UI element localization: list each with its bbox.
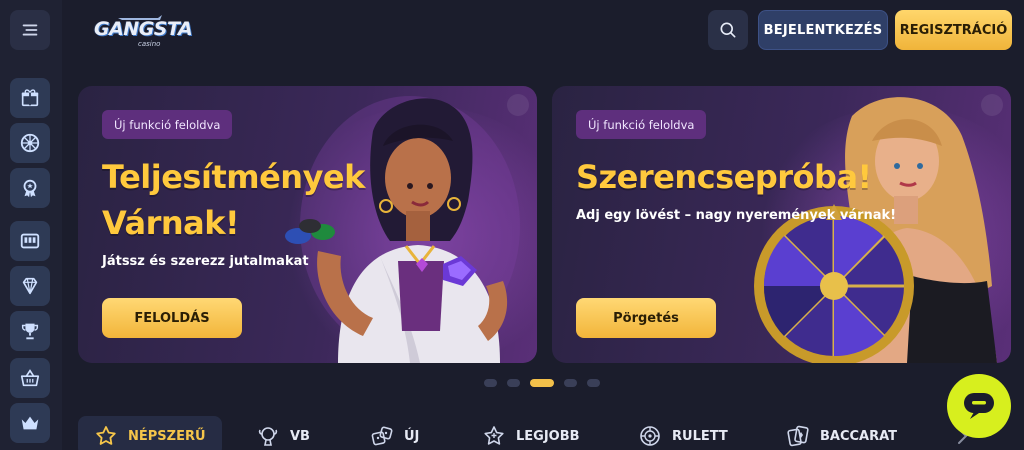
promo-banner-lucky-spin[interactable]: Új funkció feloldva Szerencsepróba! Adj … [552,86,1011,363]
sidebar-item-gifts[interactable] [10,78,50,118]
new-feature-badge: Új funkció feloldva [576,110,707,139]
hamburger-icon [22,24,38,36]
promo-banner-achievements[interactable]: Új funkció feloldva Teljesítmények Várna… [78,86,537,363]
new-feature-badge: Új funkció feloldva [102,110,233,139]
carousel-dot-active[interactable] [530,379,554,387]
tab-popular[interactable]: NÉPSZERŰ [78,416,222,450]
tab-baccarat[interactable]: BACCARAT [786,416,897,450]
trophy-icon [21,323,39,340]
wheel-icon [20,133,40,153]
slot-machine-icon [20,233,40,249]
tab-best[interactable]: LEGJOBB [482,416,580,450]
search-icon [720,22,736,38]
spin-button[interactable]: Pörgetés [576,298,716,338]
cards-icon [787,425,809,447]
logo-wordmark: GANGSTA [94,18,193,40]
carousel-dot[interactable] [484,379,497,387]
dice-icon [371,426,393,446]
tab-label: VB [290,428,310,444]
login-button[interactable]: BEJELENTKEZÉS [758,10,888,50]
sidebar [0,0,62,450]
crown-icon [21,416,39,430]
tab-roulette[interactable]: RULETT [638,416,728,450]
sidebar-item-achievements[interactable] [10,168,50,208]
chat-bubble-icon [964,393,994,419]
tab-label: NÉPSZERŰ [128,428,206,444]
wheel-character-illustration [754,97,997,363]
banner-title-line2: Várnak! [102,204,240,242]
register-button[interactable]: REGISZTRÁCIÓ [895,10,1012,50]
gift-icon [21,89,39,107]
character-illustration [285,96,520,363]
roulette-icon [640,426,660,446]
sparkle-star-icon [484,426,504,445]
carousel-dot[interactable] [507,379,520,387]
basket-icon [20,369,40,387]
banner-subtitle: Adj egy lövést – nagy nyeremények várnak… [576,208,897,223]
tab-new[interactable]: ÚJ [370,416,419,450]
sidebar-item-shop[interactable] [10,358,50,398]
category-tabs: NÉPSZERŰ VB ÚJ LEGJOBB RULETT BACCARAT [78,416,1024,450]
banner-corner-decoration [507,94,529,116]
tab-label: RULETT [672,428,728,444]
carousel-indicators [484,378,600,388]
star-icon [96,426,116,445]
menu-button[interactable] [10,10,50,50]
banner-title-line1: Teljesítmények [102,158,365,196]
diamond-icon [22,277,38,295]
unlock-button[interactable]: FELOLDÁS [102,298,242,338]
search-button[interactable] [708,10,748,50]
tab-label: BACCARAT [820,428,898,444]
carousel-dot[interactable] [587,379,600,387]
banner-corner-decoration [981,94,1003,116]
medal-icon [23,179,37,198]
logo[interactable]: GANGSTA casino [94,12,193,48]
logo-subtitle: casino [138,40,161,48]
banner-title: Szerencsepróba! [576,158,872,196]
sidebar-item-wheel[interactable] [10,123,50,163]
banner-subtitle: Játssz és szerezz jutalmakat [102,254,309,269]
sidebar-item-vip-club[interactable] [10,403,50,443]
tab-label: LEGJOBB [516,428,580,444]
live-chat-button[interactable] [947,374,1011,438]
tab-world-cup[interactable]: VB [256,416,310,450]
sidebar-item-tournaments[interactable] [10,311,50,351]
sidebar-item-vip[interactable] [10,266,50,306]
sidebar-item-slots[interactable] [10,221,50,261]
tab-label: ÚJ [404,428,420,444]
world-cup-icon [258,427,278,446]
carousel-dot[interactable] [564,379,577,387]
